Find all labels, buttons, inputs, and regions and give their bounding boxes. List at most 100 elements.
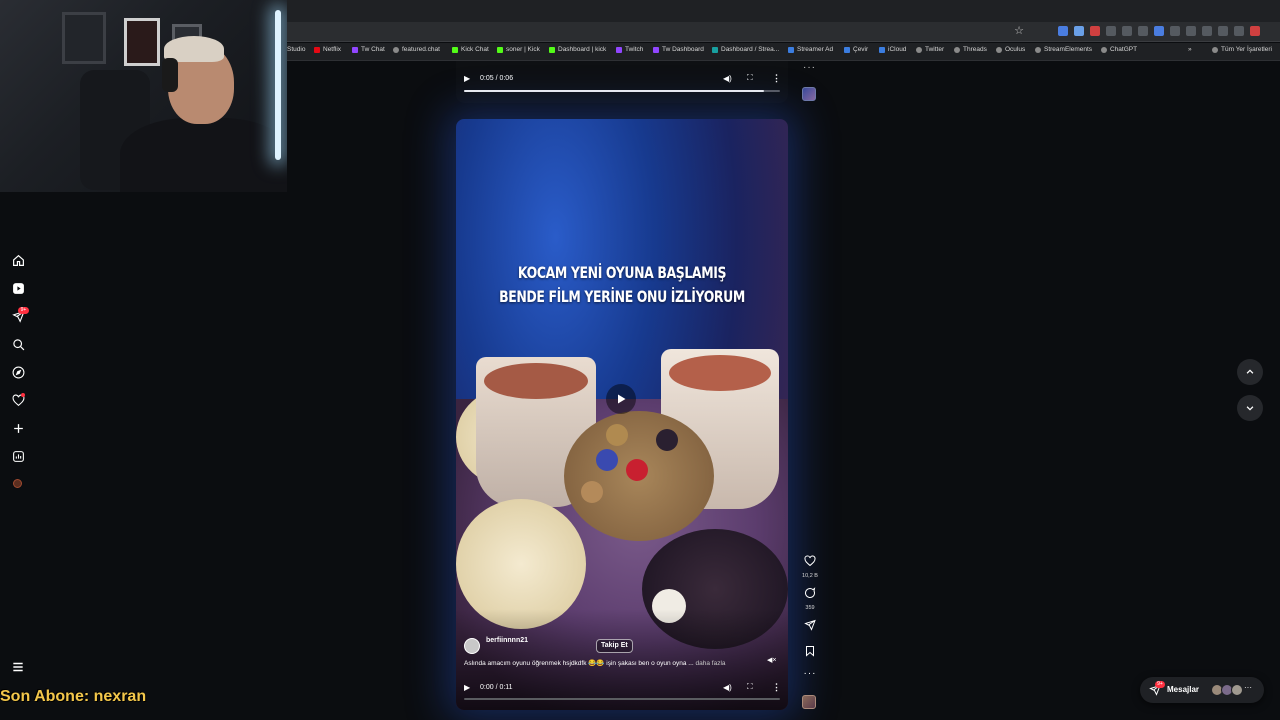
bookmark-item[interactable]: Threads	[954, 46, 987, 53]
video-progress-fill	[464, 90, 765, 92]
extension-icons	[1058, 26, 1260, 36]
create-icon[interactable]	[10, 420, 26, 436]
extension-icon[interactable]	[1154, 26, 1164, 36]
more-options-icon[interactable]: ···	[803, 62, 816, 73]
author-username[interactable]: berfiinnnn21	[486, 637, 528, 644]
screen: ☆ Studio Netflix Tw Chat featured.chat K…	[0, 0, 1280, 720]
caption-line: BENDE FİLM YERİNE ONU İZLİYORUM	[499, 287, 745, 306]
search-icon[interactable]	[10, 336, 26, 352]
bookmark-icon	[806, 646, 814, 657]
wall-frame	[62, 12, 106, 64]
play-icon[interactable]: ▶	[464, 683, 470, 692]
more-menu-icon[interactable]	[11, 660, 25, 674]
next-reel-button[interactable]	[1237, 395, 1263, 421]
bookmark-item[interactable]: iCloud	[879, 46, 906, 53]
video-scene	[606, 424, 628, 446]
previous-reel-button[interactable]	[1237, 359, 1263, 385]
volume-icon[interactable]: ◀)	[723, 683, 732, 692]
explore-icon[interactable]	[10, 364, 26, 380]
twitch-icon	[352, 46, 358, 53]
bookmark-item[interactable]: soner | Kick	[497, 46, 540, 53]
video-scene	[669, 355, 771, 391]
video-progress-bar[interactable]	[464, 90, 780, 92]
messages-badge: 9+	[1155, 681, 1165, 688]
profile-avatar[interactable]	[1250, 26, 1260, 36]
bookmarks-overflow-button[interactable]: »	[1188, 46, 1192, 53]
video-time: 0:00 / 0:11	[480, 683, 513, 691]
play-button[interactable]	[606, 384, 636, 414]
extension-icon[interactable]	[1202, 26, 1212, 36]
share-button[interactable]	[798, 618, 822, 636]
reels-icon[interactable]	[10, 280, 26, 296]
video-progress-bar[interactable]	[464, 698, 780, 700]
reel-video[interactable]: KOCAM YENİ OYUNA BAŞLAMIŞ BENDE FİLM YER…	[456, 119, 788, 710]
dashboard-icon[interactable]	[10, 448, 26, 464]
translate-icon	[844, 46, 850, 53]
bookmark-item[interactable]: Kick Chat	[452, 46, 489, 53]
description-text: Aslında amacım oyunu öğrenmek hsjdkdfk 😂…	[464, 660, 694, 667]
chevron-down-icon	[1246, 406, 1254, 411]
bookmark-item[interactable]: featured.chat	[393, 46, 440, 53]
bookmark-item[interactable]: Netflix	[314, 46, 341, 53]
extension-icon[interactable]	[1122, 26, 1132, 36]
extension-icon[interactable]	[1138, 26, 1148, 36]
puzzle-icon[interactable]	[1218, 26, 1228, 36]
save-button[interactable]	[798, 644, 822, 662]
bookmark-item[interactable]: Tw Dashboard	[653, 46, 704, 53]
extension-icon[interactable]	[1170, 26, 1180, 36]
comment-icon	[805, 587, 816, 598]
volume-icon[interactable]: ◀)	[723, 74, 732, 83]
bookmark-item[interactable]: Streamer Ad	[788, 46, 833, 53]
extension-icon[interactable]	[1106, 26, 1116, 36]
chevron-up-icon	[1246, 369, 1254, 374]
folder-icon	[1212, 46, 1218, 53]
bookmark-star-icon[interactable]: ☆	[1014, 24, 1024, 37]
video-scene	[656, 429, 678, 451]
bookmark-item[interactable]: Dashboard | kick	[549, 46, 606, 53]
bookmark-item[interactable]: Twitter	[916, 46, 944, 53]
activity-dot	[21, 393, 25, 397]
extension-icon[interactable]	[1186, 26, 1196, 36]
like-button[interactable]: 10,2 B	[798, 554, 822, 579]
messages-button[interactable]: 9+ Mesajlar ···	[1140, 677, 1264, 703]
extension-icon[interactable]	[1074, 26, 1084, 36]
more-options-icon[interactable]: ⋮	[772, 682, 781, 693]
more-options-icon[interactable]: ⋮	[772, 73, 781, 84]
extension-icon[interactable]	[1058, 26, 1068, 36]
all-bookmarks-button[interactable]: Tüm Yer İşaretleri	[1212, 46, 1272, 53]
play-icon[interactable]: ▶	[464, 74, 470, 83]
video-caption-overlay: KOCAM YENİ OYUNA BAŞLAMIŞ BENDE FİLM YER…	[493, 261, 752, 309]
globe-icon	[954, 46, 960, 53]
read-more-link[interactable]: daha fazla	[696, 660, 726, 667]
more-options-icon[interactable]: ···	[798, 668, 822, 679]
comment-count: 359	[805, 605, 815, 611]
light-bar	[275, 10, 281, 160]
menu-icon[interactable]	[1234, 26, 1244, 36]
home-icon[interactable]	[10, 252, 26, 268]
bookmark-item[interactable]: StreamElements	[1035, 46, 1092, 53]
author-row: berfiinnnn21 Takip Et	[464, 635, 780, 655]
netflix-icon	[314, 46, 320, 53]
fullscreen-icon[interactable]: ⛶	[747, 73, 753, 83]
bookmark-item[interactable]: ChatGPT	[1101, 46, 1137, 53]
globe-icon	[1035, 46, 1041, 53]
extension-icon[interactable]	[1090, 26, 1100, 36]
bookmark-item[interactable]: Oculus	[996, 46, 1025, 53]
bookmark-item[interactable]: Tw Chat	[352, 46, 385, 53]
follow-button[interactable]: Takip Et	[596, 639, 633, 653]
comment-button[interactable]: 359	[798, 586, 822, 611]
play-icon	[618, 394, 626, 404]
avatar	[1231, 684, 1243, 696]
bookmark-item[interactable]: Twitch	[616, 46, 643, 53]
bookmark-item[interactable]: Dashboard / Strea...	[712, 46, 779, 53]
fullscreen-icon[interactable]: ⛶	[747, 682, 753, 692]
profile-avatar[interactable]	[13, 479, 22, 488]
streamer-body	[120, 118, 287, 192]
audio-thumbnail[interactable]	[802, 87, 816, 101]
audio-thumbnail[interactable]	[802, 695, 816, 709]
bookmark-item[interactable]: Çevir	[844, 46, 868, 53]
author-avatar[interactable]	[464, 638, 480, 654]
mute-icon[interactable]: ◀×	[767, 656, 776, 664]
bookmark-item[interactable]: Studio	[287, 46, 305, 53]
headset	[162, 58, 178, 92]
